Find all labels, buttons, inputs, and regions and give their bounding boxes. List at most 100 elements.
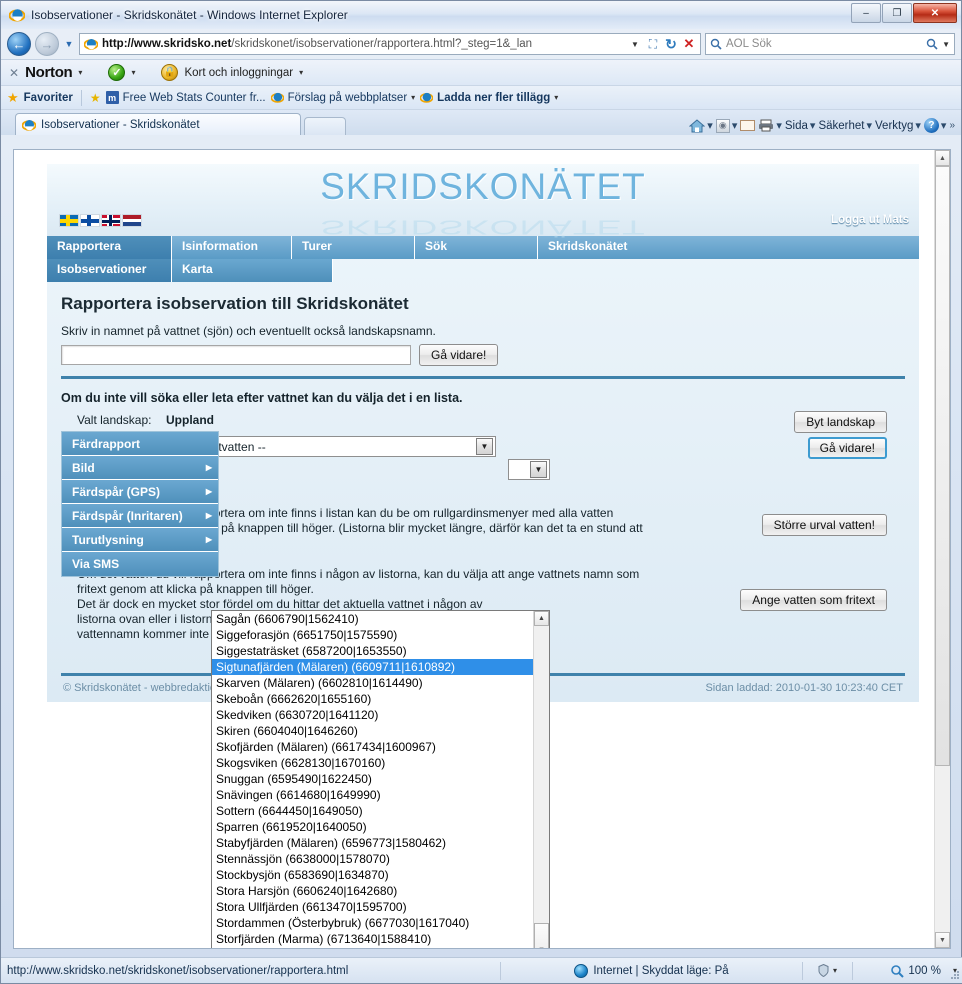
- security-menu-button[interactable]: Säkerhet ▾: [818, 119, 872, 133]
- close-button[interactable]: ✕: [913, 3, 957, 23]
- flag-norway-icon[interactable]: [101, 214, 121, 227]
- favorite-item-webstats[interactable]: m Free Web Stats Counter fr...: [105, 91, 266, 104]
- dropdown-option[interactable]: Storsjön (Björinge) (6655490|1651630): [212, 947, 533, 948]
- subnav-karta[interactable]: Karta: [172, 259, 333, 282]
- mail-button[interactable]: [740, 120, 756, 131]
- back-button[interactable]: ←: [7, 32, 31, 56]
- norton-close-icon[interactable]: ✕: [9, 66, 19, 80]
- dropdown-option[interactable]: Stordammen (Österbybruk) (6677030|161704…: [212, 915, 533, 931]
- feeds-button[interactable]: ◉ ▾: [715, 118, 738, 133]
- dropdown-option[interactable]: Stockbysjön (6583690|1634870): [212, 867, 533, 883]
- dropdown-option[interactable]: Sparren (6619520|1640050): [212, 819, 533, 835]
- print-button[interactable]: ▾: [758, 119, 782, 132]
- more-waters-button[interactable]: Större urval vatten!: [761, 514, 887, 536]
- command-bar-overflow-icon[interactable]: »: [949, 120, 955, 131]
- compatibility-view-icon[interactable]: ⛶: [644, 34, 662, 54]
- flyout-item-bild[interactable]: Bild ▶: [62, 456, 218, 480]
- dropdown-scroll-thumb[interactable]: ≡: [534, 923, 549, 948]
- norton-brand-caret-icon[interactable]: ▾: [78, 68, 82, 77]
- protected-mode-caret-icon[interactable]: ▾: [833, 966, 837, 975]
- url-dropdown-icon[interactable]: ▼: [626, 34, 644, 54]
- security-menu-caret-icon[interactable]: ▾: [866, 119, 872, 132]
- page-menu-button[interactable]: Sida ▾: [785, 119, 816, 133]
- search-box[interactable]: AOL Sök ▼: [705, 33, 955, 55]
- chevron-down-icon[interactable]: ▾: [554, 93, 558, 102]
- flyout-item-turutlysning[interactable]: Turutlysning ▶: [62, 528, 218, 552]
- dropdown-option[interactable]: Sagån (6606790|1562410): [212, 611, 533, 627]
- water-name-input[interactable]: [61, 345, 411, 365]
- water-select-dropdown-list[interactable]: Sagån (6606790|1562410) Siggeforasjön (66…: [211, 610, 550, 948]
- nav-isinformation[interactable]: Isinformation: [172, 236, 292, 259]
- flyout-item-fardrapport[interactable]: Färdrapport: [62, 432, 218, 456]
- flyout-item-fardspar-inritaren[interactable]: Färdspår (Inritaren) ▶: [62, 504, 218, 528]
- norton-cards-label[interactable]: Kort och inloggningar: [184, 67, 293, 79]
- history-dropdown-icon[interactable]: ▼: [63, 39, 75, 49]
- search-input[interactable]: AOL Sök: [726, 38, 922, 50]
- new-tab-button[interactable]: [304, 117, 346, 135]
- flag-finland-icon[interactable]: [80, 214, 100, 227]
- search-go-button[interactable]: Gå vidare!: [419, 344, 499, 366]
- tools-menu-button[interactable]: Verktyg ▾: [875, 119, 921, 133]
- dropdown-option[interactable]: Stora Ullfjärden (6613470|1595700): [212, 899, 533, 915]
- tab-isobservationer[interactable]: Isobservationer - Skridskonätet: [15, 113, 301, 135]
- dropdown-option[interactable]: Siggestaträsket (6587200|1653550): [212, 643, 533, 659]
- page-scrollbar[interactable]: ▲ ▼: [934, 150, 950, 948]
- go-forward-button[interactable]: Gå vidare!: [807, 437, 887, 459]
- status-zoom[interactable]: 100 % ▾: [853, 962, 962, 980]
- tools-menu-caret-icon[interactable]: ▾: [915, 119, 921, 132]
- help-button[interactable]: ? ▾: [923, 118, 947, 133]
- nav-skridskonatet[interactable]: Skridskonätet: [538, 236, 919, 259]
- norton-status-check-icon[interactable]: ✓: [108, 64, 126, 81]
- page-scroll-down-button[interactable]: ▼: [935, 932, 950, 948]
- flyout-item-fardspar-gps[interactable]: Färdspår (GPS) ▶: [62, 480, 218, 504]
- dropdown-scrollbar[interactable]: ▲ ≡ ▼: [533, 611, 549, 948]
- dropdown-option[interactable]: Stora Harsjön (6606240|1642680): [212, 883, 533, 899]
- minimize-button[interactable]: –: [851, 3, 881, 23]
- page-menu-caret-icon[interactable]: ▾: [810, 119, 816, 132]
- dropdown-option[interactable]: Skofjärden (Mälaren) (6617434|1600967): [212, 739, 533, 755]
- dropdown-option[interactable]: Skiren (6604040|1646260): [212, 723, 533, 739]
- footer-copyright[interactable]: © Skridskonätet - webbredaktionen: [63, 682, 234, 694]
- page-scroll-up-button[interactable]: ▲: [935, 150, 950, 166]
- page-scroll-thumb[interactable]: [935, 166, 950, 766]
- norton-cards-caret-icon[interactable]: ▾: [299, 68, 303, 77]
- dropdown-option[interactable]: Siggeforasjön (6651750|1575590): [212, 627, 533, 643]
- dropdown-option[interactable]: Stabyfjärden (Mälaren) (6596773|1580462): [212, 835, 533, 851]
- search-dropdown-icon[interactable]: ▼: [942, 40, 950, 49]
- change-landscape-button[interactable]: Byt landskap: [794, 411, 887, 433]
- print-caret-icon[interactable]: ▾: [776, 119, 782, 132]
- add-favorite-icon[interactable]: ★: [90, 91, 101, 105]
- dropdown-option[interactable]: Skeboån (6662620|1655160): [212, 691, 533, 707]
- freetext-button[interactable]: Ange vatten som fritext: [740, 589, 887, 611]
- dropdown-option[interactable]: Skedviken (6630720|1641120): [212, 707, 533, 723]
- nav-rapportera[interactable]: Rapportera: [47, 236, 172, 259]
- favorite-item-suggested-sites[interactable]: Förslag på webbplatser ▾: [270, 91, 415, 104]
- flyout-item-via-sms[interactable]: Via SMS: [62, 552, 218, 576]
- dropdown-options[interactable]: Sagån (6606790|1562410) Siggeforasjön (66…: [212, 611, 533, 948]
- favorite-item-get-more-addons[interactable]: Ladda ner fler tillägg ▾: [420, 91, 558, 104]
- subnav-isobservationer[interactable]: Isobservationer: [47, 259, 172, 282]
- status-protected-mode[interactable]: ▾: [803, 961, 853, 980]
- favorites-label[interactable]: Favoriter: [24, 92, 73, 104]
- url-bar[interactable]: http://www.skridsko.net/skridskonet/isob…: [79, 33, 701, 55]
- home-button[interactable]: ▾: [689, 118, 713, 133]
- dropdown-option[interactable]: Skarven (Mälaren) (6602810|1614490): [212, 675, 533, 691]
- dropdown-option[interactable]: Skogsviken (6628130|1670160): [212, 755, 533, 771]
- dropdown-option[interactable]: Sigtunafjärden (Mälaren) (6609711|161089…: [212, 659, 533, 675]
- secondary-select[interactable]: ▼: [508, 459, 550, 480]
- stop-icon[interactable]: ✕: [680, 34, 698, 54]
- logout-link[interactable]: Logga ut Mats: [831, 214, 909, 226]
- nav-turer[interactable]: Turer: [292, 236, 415, 259]
- dropdown-option[interactable]: Snuggan (6595490|1622450): [212, 771, 533, 787]
- refresh-icon[interactable]: ↻: [662, 34, 680, 54]
- feeds-caret-icon[interactable]: ▾: [732, 119, 738, 132]
- dropdown-option[interactable]: Snävingen (6614680|1649990): [212, 787, 533, 803]
- home-caret-icon[interactable]: ▾: [707, 119, 713, 132]
- resize-grip-icon[interactable]: [949, 969, 961, 981]
- dropdown-option[interactable]: Sottern (6644450|1649050): [212, 803, 533, 819]
- chevron-down-icon[interactable]: ▼: [530, 461, 547, 478]
- forward-button[interactable]: →: [35, 32, 59, 56]
- help-caret-icon[interactable]: ▾: [941, 119, 947, 132]
- dropdown-option[interactable]: Storfjärden (Marma) (6713640|1588410): [212, 931, 533, 947]
- chevron-down-icon[interactable]: ▼: [476, 438, 493, 455]
